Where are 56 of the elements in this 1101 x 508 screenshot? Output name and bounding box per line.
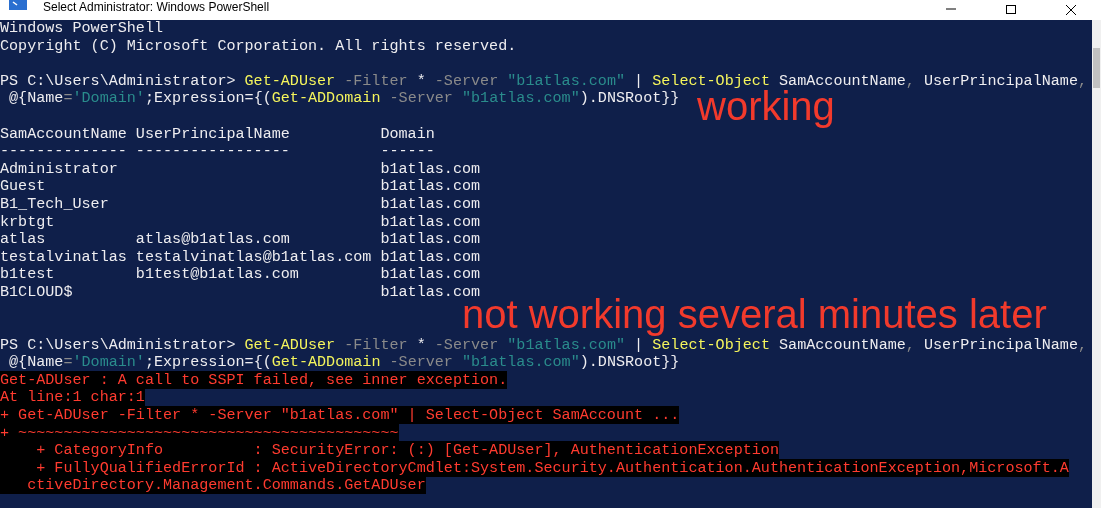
parameter-text: ,	[1077, 335, 1088, 354]
string-literal: "b1atlas.com"	[462, 89, 580, 108]
parameter-text: -Server	[433, 71, 500, 90]
cmdlet-name: Get-ADUser	[244, 71, 336, 90]
command-text: SamAccountName	[778, 335, 906, 354]
output-line: SamAccountName UserPrincipalName Domain	[0, 124, 435, 143]
parameter-text: ,	[1077, 71, 1088, 90]
prompt-text: PS C:\Users\Administrator>	[0, 71, 237, 90]
string-literal: 'Domain'	[72, 89, 145, 108]
cmdlet-name: Get-ADDomain	[271, 89, 381, 108]
command-text: UserPrincipalName	[924, 335, 1078, 354]
output-line: b1test b1test@b1atlas.com b1atlas.com	[0, 265, 481, 284]
command-text: ).DNSRoot}}	[579, 89, 680, 108]
parameter-text: =	[63, 353, 73, 372]
string-literal: 'Domain'	[72, 353, 145, 372]
parameter-text: =	[63, 89, 73, 108]
parameter-text: ,	[905, 71, 916, 90]
output-line: B1CLOUD$ b1atlas.com	[0, 282, 481, 301]
parameter-text: -Server	[388, 353, 454, 372]
cmdlet-name: Get-ADUser	[244, 335, 336, 354]
output-line: Guest b1atlas.com	[0, 177, 481, 196]
string-literal: "b1atlas.com"	[507, 335, 626, 354]
command-text: |	[633, 71, 645, 90]
close-icon	[1065, 5, 1077, 15]
output-line: Copyright (C) Microsoft Corporation. All rights reserved.	[0, 36, 517, 55]
command-text: @{Name	[8, 89, 64, 108]
command-text: |	[634, 335, 644, 354]
command-text: ).DNSRoot}}	[579, 353, 680, 372]
parameter-text: -Filter	[343, 335, 409, 354]
output-line: Windows PowerShell	[0, 20, 164, 37]
output-line: -------------- ----------------- ------	[0, 142, 435, 161]
string-literal: "b1atlas.com"	[462, 353, 580, 372]
command-text: SamAccountName	[778, 71, 906, 90]
output-line: atlas atlas@b1atlas.com b1atlas.com	[0, 230, 481, 249]
cmdlet-name: Select-Object	[652, 71, 770, 90]
command-text: *	[416, 335, 426, 354]
command-text: *	[416, 71, 426, 90]
parameter-text: -Filter	[343, 71, 409, 90]
command-text: UserPrincipalName	[924, 71, 1078, 90]
output-line: Administrator b1atlas.com	[0, 159, 481, 178]
command-text: @{Name	[8, 353, 64, 372]
maximize-icon	[1005, 5, 1017, 15]
cmdlet-name: Select-Object	[652, 335, 770, 354]
parameter-text: -Server	[433, 335, 500, 354]
parameter-text: ,	[905, 335, 916, 354]
command-text: ;Expression={(	[144, 89, 272, 108]
string-literal: "b1atlas.com"	[507, 71, 626, 90]
command-text: ;Expression={(	[144, 353, 272, 372]
output-line: B1_Tech_User b1atlas.com	[0, 194, 481, 213]
output-line: krbtgt b1atlas.com	[0, 212, 481, 231]
parameter-text: -Server	[388, 89, 454, 108]
scrollbar-thumb[interactable]	[1093, 48, 1100, 88]
cmdlet-name: Get-ADDomain	[271, 353, 381, 372]
window-title: Select Administrator: Windows PowerShell	[43, 0, 270, 14]
prompt-text: PS C:\Users\Administrator>	[0, 335, 237, 354]
output-line: testalvinatlas testalvinatlas@b1atlas.com b1atlas.com	[0, 247, 481, 266]
